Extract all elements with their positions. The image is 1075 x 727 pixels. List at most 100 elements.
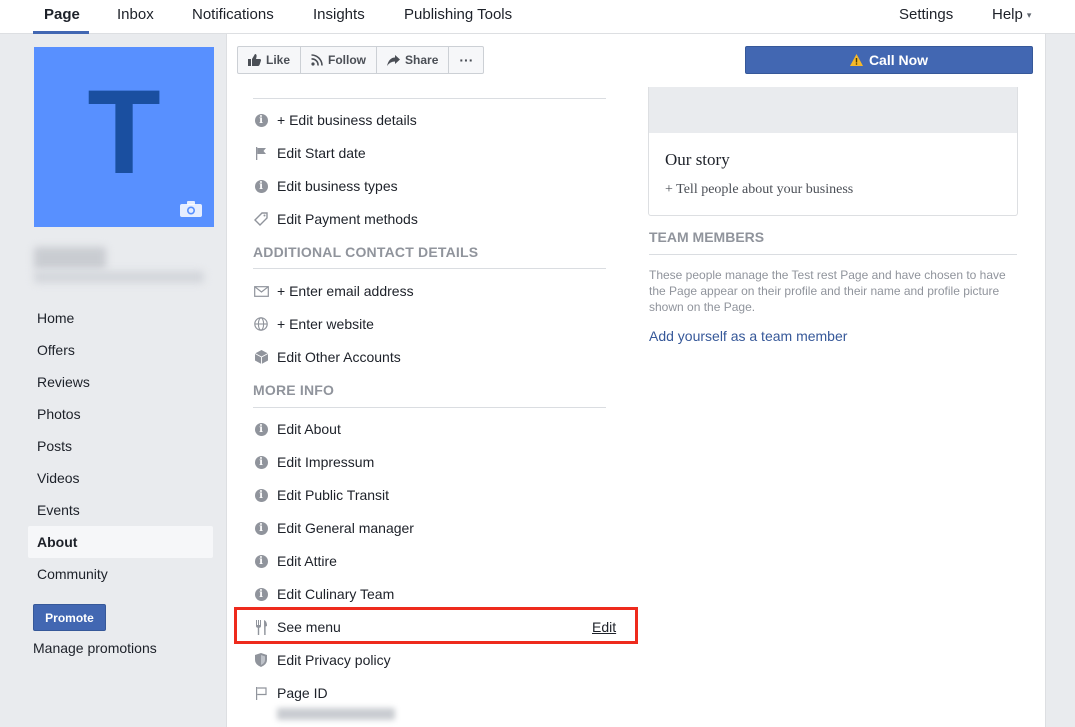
tab-inbox[interactable]: Inbox [117,6,154,23]
tab-notifications[interactable]: Notifications [192,6,274,23]
share-label: Share [405,53,439,67]
manage-promotions-link[interactable]: Manage promotions [33,640,157,656]
divider [253,268,606,269]
tab-insights[interactable]: Insights [313,6,365,23]
shield-icon [253,652,269,668]
sidebar-item-offers[interactable]: Offers [28,334,213,366]
enter-email-address[interactable]: + Enter email address [253,281,414,301]
page-username-redacted [34,271,204,283]
team-members-title: TEAM MEMBERS [649,229,765,245]
section-title-contact: ADDITIONAL CONTACT DETAILS [253,244,479,260]
chevron-down-icon: ▾ [1026,9,1032,20]
section-title-more-info: MORE INFO [253,382,335,398]
tab-publishing-tools[interactable]: Publishing Tools [404,6,512,23]
help-label: Help [992,6,1023,23]
sidebar-item-events[interactable]: Events [28,494,213,526]
profile-picture-letter: T [87,65,161,199]
more-options-button[interactable]: ··· [449,47,483,73]
flag-icon [253,145,269,161]
sidebar-item-posts[interactable]: Posts [28,430,213,462]
edit-payment-methods-label: Edit Payment methods [277,211,418,227]
share-arrow-icon [387,54,401,66]
our-story-title: Our story [665,150,730,169]
call-now-label: Call Now [868,52,929,68]
edit-business-details-label: + Edit business details [277,112,417,128]
info-icon: i [253,112,269,128]
story-cover-placeholder [649,87,1017,133]
edit-public-transit-label: Edit Public Transit [277,487,390,503]
camera-icon[interactable] [180,201,202,217]
edit-start-date-label: Edit Start date [277,145,366,161]
rss-icon [311,54,323,66]
sidebar-item-photos[interactable]: Photos [28,398,213,430]
enter-website-label: + Enter website [277,316,374,332]
active-tab-indicator [33,31,89,34]
edit-privacy-policy[interactable]: Edit Privacy policy [253,650,391,670]
envelope-icon [253,283,269,299]
sidebar-item-community[interactable]: Community [28,558,213,590]
tab-page[interactable]: Page [44,6,80,23]
tab-settings[interactable]: Settings [899,6,953,23]
globe-icon [253,316,269,332]
sidebar-item-about[interactable]: About [28,526,213,558]
divider [253,407,606,408]
edit-start-date[interactable]: Edit Start date [253,143,366,163]
team-members-description: These people manage the Test rest Page a… [649,268,1006,314]
left-navigation: Home Offers Reviews Photos Posts Videos … [28,302,213,590]
info-icon: i [253,178,269,194]
edit-culinary-team-label: Edit Culinary Team [277,586,395,602]
edit-general-manager[interactable]: i Edit General manager [253,518,414,538]
share-button[interactable]: Share [377,47,450,73]
edit-impressum[interactable]: i Edit Impressum [253,452,374,472]
edit-business-details[interactable]: i + Edit business details [253,110,417,130]
edit-other-accounts[interactable]: Edit Other Accounts [253,347,401,367]
edit-payment-methods[interactable]: Edit Payment methods [253,209,418,229]
edit-impressum-label: Edit Impressum [277,454,375,470]
sidebar-item-reviews[interactable]: Reviews [28,366,213,398]
enter-website[interactable]: + Enter website [253,314,374,334]
warning-icon [849,54,863,66]
thumbs-up-icon [248,54,261,66]
edit-business-types-label: Edit business types [277,178,398,194]
highlight-box [234,607,638,644]
edit-other-accounts-label: Edit Other Accounts [277,349,401,365]
follow-button[interactable]: Follow [301,47,378,73]
call-now-button[interactable]: Call Now [745,46,1033,74]
tell-people-link[interactable]: + Tell people about your business [665,182,853,198]
divider [649,254,1017,255]
page-id-redacted [277,708,395,720]
enter-email-address-label: + Enter email address [277,283,414,299]
edit-privacy-policy-label: Edit Privacy policy [277,652,391,668]
info-icon: i [253,586,269,602]
top-navigation: Page Inbox Notifications Insights Publis… [0,0,1075,34]
edit-attire-label: Edit Attire [277,553,337,569]
edit-culinary-team[interactable]: i Edit Culinary Team [253,584,394,604]
tab-help[interactable]: Help ▾ [992,6,1031,23]
promote-button[interactable]: Promote [33,604,106,631]
cube-icon [253,349,269,365]
flag-outline-icon [253,685,269,701]
info-icon: i [253,553,269,569]
info-icon: i [253,454,269,470]
info-icon: i [253,520,269,536]
profile-picture[interactable]: T [34,47,214,227]
tag-icon [253,211,269,227]
page-id: Page ID [253,683,328,703]
page-name-redacted [34,247,106,269]
add-team-member-link[interactable]: Add yourself as a team member [649,328,847,344]
info-icon: i [253,421,269,437]
divider [253,98,606,99]
edit-about[interactable]: i Edit About [253,419,341,439]
edit-public-transit[interactable]: i Edit Public Transit [253,485,389,505]
page-id-label: Page ID [277,685,328,701]
like-button[interactable]: Like [238,47,302,73]
page-action-bar: Like Follow Share ··· [237,46,485,74]
edit-about-label: Edit About [277,421,341,437]
sidebar-item-videos[interactable]: Videos [28,462,213,494]
edit-attire[interactable]: i Edit Attire [253,551,337,571]
like-label: Like [266,53,291,67]
sidebar-item-home[interactable]: Home [28,302,213,334]
edit-general-manager-label: Edit General manager [277,520,414,536]
info-icon: i [253,487,269,503]
edit-business-types[interactable]: i Edit business types [253,176,398,196]
